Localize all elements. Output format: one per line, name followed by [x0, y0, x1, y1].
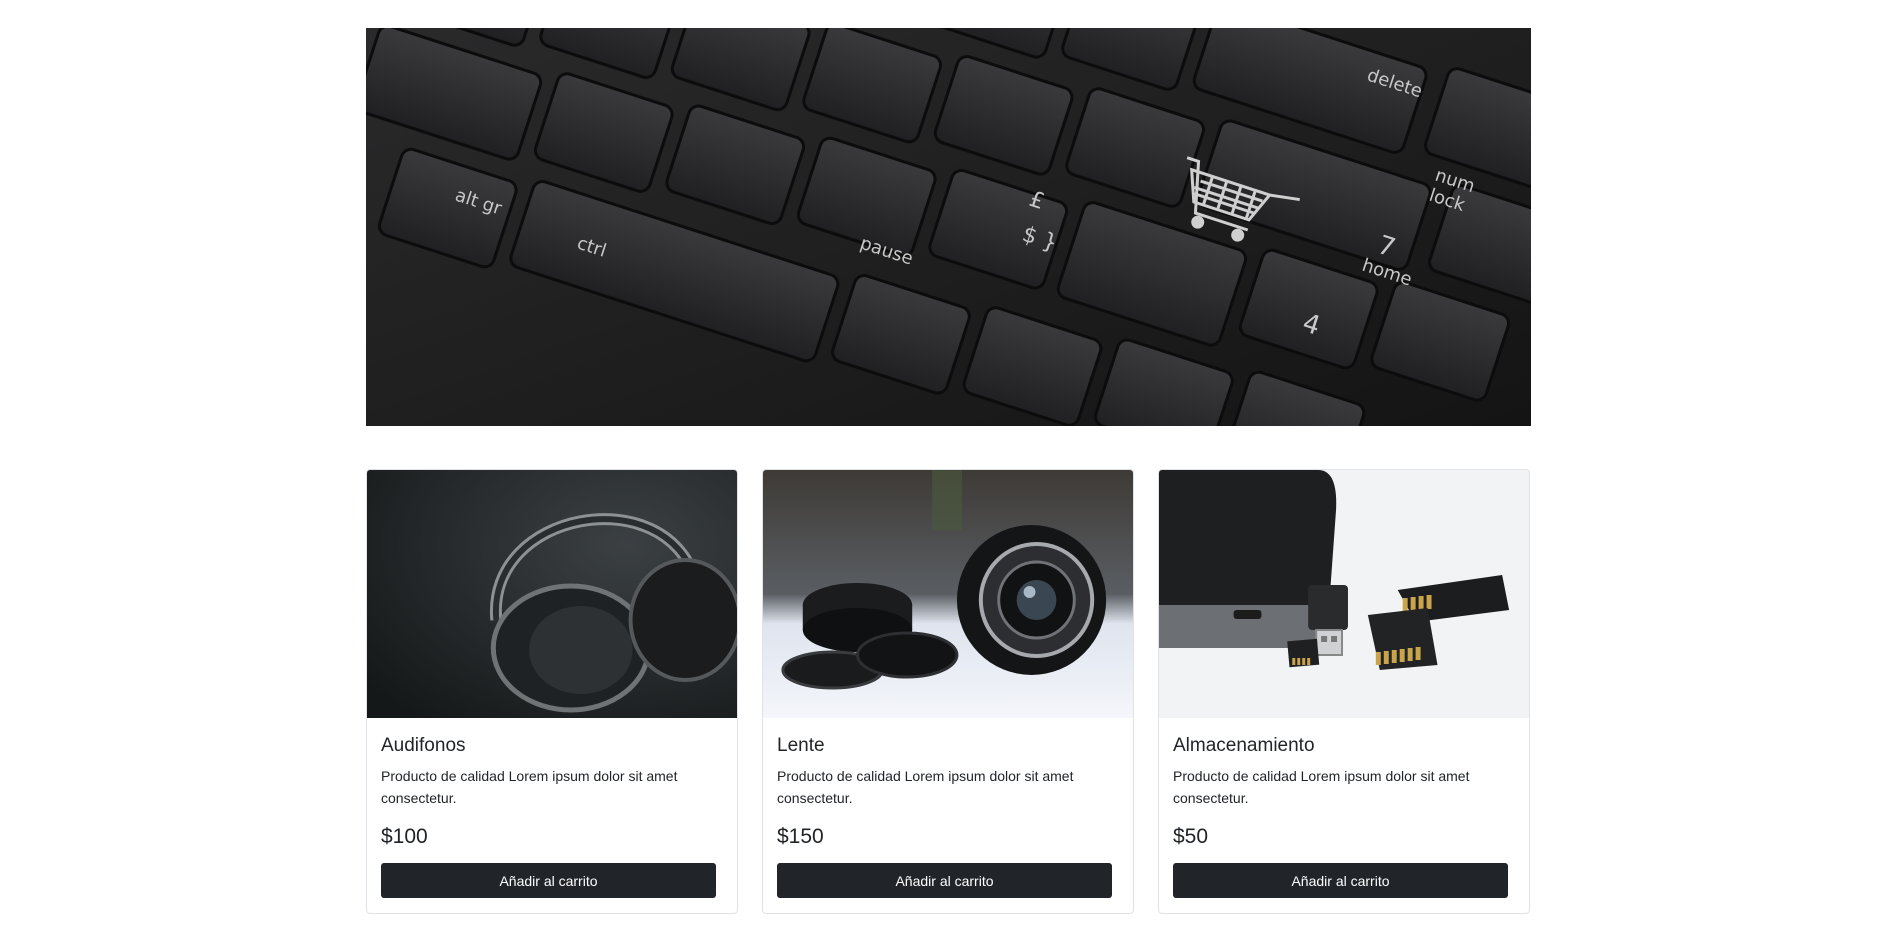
product-description: Producto de calidad Lorem ipsum dolor si… — [1173, 768, 1470, 806]
product-price: $150 — [777, 825, 824, 848]
product-card: Almacenamiento Producto de calidad Lorem… — [1158, 469, 1530, 914]
page: alt gr ctrl pause num lock home 7 4 £ $ … — [0, 0, 1895, 930]
product-price: $50 — [1173, 825, 1209, 848]
product-list: Audifonos Producto de calidad Lorem ipsu… — [366, 469, 1531, 916]
hero-banner-image: alt gr ctrl pause num lock home 7 4 £ $ … — [366, 28, 1531, 426]
add-to-cart-button[interactable]: Añadir al carrito — [777, 863, 1112, 898]
product-name: Lente — [777, 735, 825, 756]
product-name: Almacenamiento — [1173, 735, 1315, 756]
product-card: Lente Producto de calidad Lorem ipsum do… — [762, 469, 1134, 914]
product-description: Producto de calidad Lorem ipsum dolor si… — [777, 768, 1074, 806]
product-image-headphones — [367, 470, 737, 718]
product-price: $100 — [381, 825, 428, 848]
keyboard-image: alt gr ctrl pause num lock home 7 4 £ $ … — [366, 28, 1531, 426]
product-card: Audifonos Producto de calidad Lorem ipsu… — [366, 469, 738, 914]
product-name: Audifonos — [381, 735, 466, 756]
add-to-cart-button[interactable]: Añadir al carrito — [1173, 863, 1508, 898]
product-image-lens — [763, 470, 1133, 718]
add-to-cart-button[interactable]: Añadir al carrito — [381, 863, 716, 898]
product-image-storage — [1159, 470, 1529, 718]
product-description: Producto de calidad Lorem ipsum dolor si… — [381, 768, 678, 806]
